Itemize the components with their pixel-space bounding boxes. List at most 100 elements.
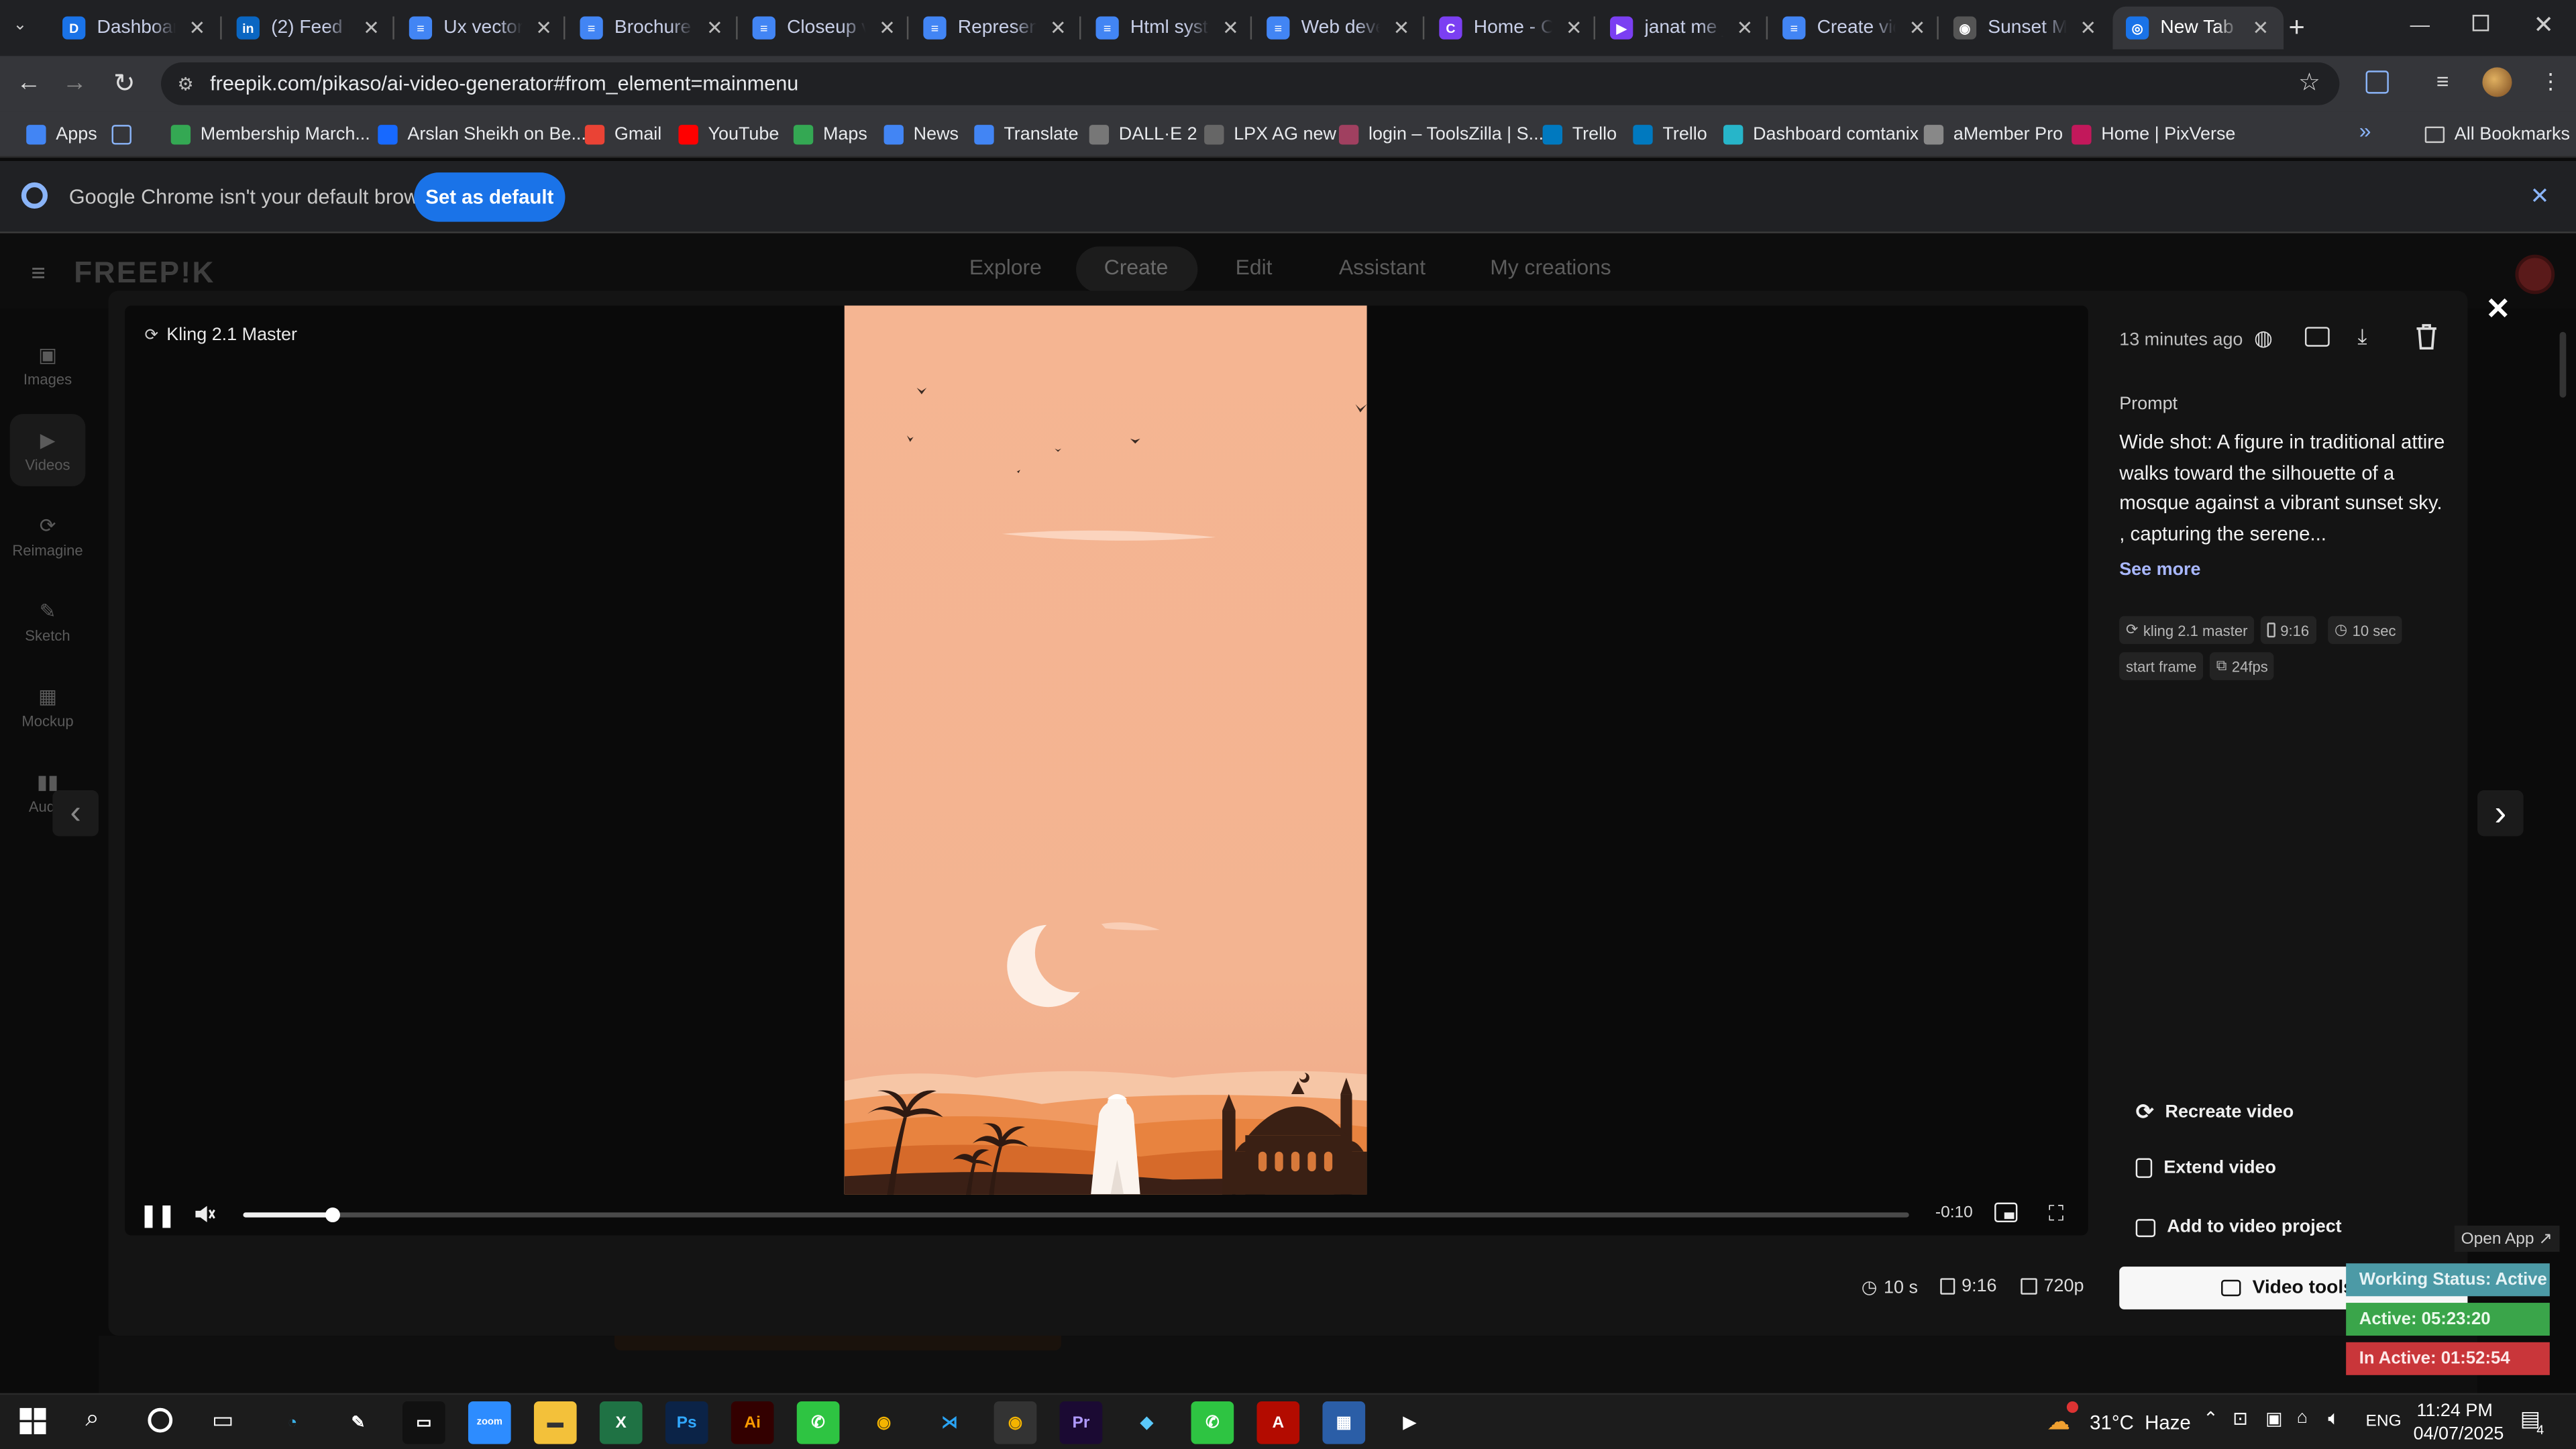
browser-tab[interactable]: ◎ New Tab ✕ [2112, 6, 2284, 50]
rail-reimagine[interactable]: ⟳ Reimagine [10, 499, 86, 572]
tab-close-icon[interactable]: ✕ [1221, 18, 1240, 38]
delete-icon[interactable] [2415, 323, 2438, 350]
browser-tab[interactable]: in (2) Feed | LinkedIn ✕ [223, 7, 394, 50]
app-diamond-icon[interactable]: ◆ [1126, 1401, 1169, 1444]
bookmark-item[interactable]: login – ToolsZilla | S... [1338, 121, 1544, 148]
task-view-icon[interactable]: ▭ [212, 1406, 233, 1434]
zoom-icon[interactable]: zoom [468, 1401, 511, 1444]
media-controls-icon[interactable]: ≡ [2436, 69, 2449, 94]
photoshop-icon[interactable]: Ps [665, 1401, 708, 1444]
user-avatar[interactable] [2515, 254, 2555, 294]
bookmark-star-icon[interactable]: ☆ [2298, 67, 2320, 97]
bookmark-item[interactable]: News [883, 121, 959, 148]
tab-close-icon[interactable]: ✕ [187, 18, 207, 38]
modal-close-icon[interactable]: ✕ [2485, 292, 2510, 327]
rail-sketch[interactable]: ✎ Sketch [10, 585, 86, 657]
excel-icon[interactable]: X [599, 1401, 643, 1444]
tab-close-icon[interactable]: ✕ [534, 18, 553, 38]
bookmark-item[interactable]: Arslan Sheikh on Be... [378, 121, 586, 148]
browser-tab[interactable]: D Dashboard ✕ [49, 7, 220, 50]
browser-tab[interactable]: ≡ Brochure ✕ [567, 7, 738, 50]
illustrator-icon[interactable]: Ai [731, 1401, 774, 1444]
recreate-video-button[interactable]: ⟳ Recreate video [2136, 1099, 2294, 1125]
mute-icon[interactable] [193, 1203, 215, 1226]
extend-video-button[interactable]: Extend video [2135, 1158, 2276, 1178]
browser-tab[interactable]: ▶ janat me je ✕ [1597, 7, 1768, 50]
bookmark-item[interactable]: Gmail [584, 121, 661, 148]
chrome-menu-icon[interactable]: ⋮ [2540, 69, 2561, 95]
forward-icon[interactable]: → [62, 69, 87, 97]
pause-icon[interactable]: ❚❚ [140, 1203, 175, 1229]
address-bar[interactable]: ⚙ freepik.com/pikaso/ai-video-generator#… [161, 62, 2340, 105]
bookmark-item[interactable]: LPX AG new [1204, 121, 1336, 148]
tab-close-icon[interactable]: ✕ [1735, 18, 1754, 38]
bookmark-item[interactable]: Apps [26, 121, 97, 148]
weather-text[interactable]: 31°C Haze [2090, 1411, 2191, 1434]
bookmark-item[interactable]: Dashboard comtanix [1723, 121, 1919, 148]
nav-explore[interactable]: Explore [969, 255, 1042, 280]
tab-close-icon[interactable]: ✕ [877, 18, 897, 38]
browser-tab[interactable]: ≡ Create vid ✕ [1770, 7, 1941, 50]
tab-search-chevron-icon[interactable]: ⌄ [13, 16, 40, 39]
network-icon[interactable]: ⌂ [2297, 1408, 2308, 1428]
previous-arrow-icon[interactable]: ‹ [52, 790, 99, 837]
globe-icon[interactable]: ◍ [2254, 325, 2273, 352]
rail-mockup[interactable]: ▦ Mockup [10, 670, 86, 743]
bookmark-item[interactable]: Trello [1633, 121, 1707, 148]
whatsapp-green-icon[interactable]: ✆ [796, 1401, 840, 1444]
bookmark-item[interactable]: Maps [793, 121, 867, 148]
see-more-link[interactable]: See more [2119, 560, 2200, 580]
edge-icon[interactable]: ◔ [271, 1401, 314, 1444]
windows-start-icon[interactable] [19, 1407, 46, 1434]
tab-close-icon[interactable]: ✕ [1564, 18, 1583, 38]
tab-close-icon[interactable]: ✕ [1907, 18, 1927, 38]
pen-tool-icon[interactable]: ✎ [337, 1401, 380, 1444]
tab-close-icon[interactable]: ✕ [2251, 18, 2270, 38]
add-to-folder-icon[interactable] [2304, 327, 2330, 347]
browser-tab[interactable]: ≡ Ux vector ✕ [396, 7, 567, 50]
tab-close-icon[interactable]: ✕ [362, 18, 381, 38]
open-app-link[interactable]: Open App ↗ [2454, 1225, 2559, 1252]
chrome-active-icon[interactable]: ◉ [994, 1401, 1037, 1444]
fullscreen-icon[interactable]: ⛶ [2049, 1201, 2063, 1227]
infobar-close-icon[interactable]: ✕ [2530, 182, 2549, 211]
clock-time[interactable]: 11:24 PM [2416, 1401, 2492, 1421]
file-explorer-icon[interactable]: ▬ [533, 1401, 577, 1444]
new-tab-plus-icon[interactable]: + [2288, 11, 2304, 44]
premiere-icon[interactable]: Pr [1059, 1401, 1103, 1444]
nav-assistant[interactable]: Assistant [1339, 255, 1426, 280]
hamburger-menu-icon[interactable]: ≡ [32, 260, 46, 288]
whatsapp-icon[interactable]: ✆ [1191, 1401, 1234, 1444]
minimize-window-icon[interactable]: — [2410, 13, 2430, 36]
tab-close-icon[interactable]: ✕ [2078, 18, 2098, 38]
vscode-icon[interactable]: ⋊ [928, 1401, 971, 1444]
browser-tab[interactable]: C Home - Ca ✕ [1426, 7, 1597, 50]
acrobat-icon[interactable]: A [1256, 1401, 1300, 1444]
calculator-icon[interactable]: ▦ [1322, 1401, 1366, 1444]
bookmark-item[interactable]: Trello [1542, 121, 1617, 148]
volume-icon[interactable]: 🔈︎ [2328, 1406, 2340, 1431]
set-as-default-button[interactable]: Set as default [414, 172, 566, 222]
nav-my-creations[interactable]: My creations [1490, 255, 1611, 280]
media-player-icon[interactable]: ▶ [1388, 1401, 1431, 1444]
freepik-logo[interactable]: FREEP!K [74, 256, 215, 290]
tab-close-icon[interactable]: ✕ [705, 18, 724, 38]
add-to-video-project-button[interactable]: Add to video project [2135, 1218, 2342, 1237]
chrome-icon[interactable]: ◉ [863, 1401, 906, 1444]
restore-window-icon[interactable] [2472, 15, 2489, 32]
battery-icon[interactable]: ▣ [2265, 1408, 2282, 1429]
bookmark-item[interactable]: Home | PixVerse [2072, 121, 2235, 148]
terminal-icon[interactable]: ▭ [402, 1401, 445, 1444]
rail-images[interactable]: ▣ Images [10, 329, 86, 401]
bookmark-item[interactable]: DALL·E 2 [1089, 121, 1197, 148]
bookmark-item[interactable]: Membership March... [170, 121, 370, 148]
tab-close-icon[interactable]: ✕ [1048, 18, 1067, 38]
search-icon[interactable]: ⌕ [85, 1405, 99, 1433]
next-arrow-icon[interactable]: › [2477, 790, 2524, 837]
nav-create[interactable]: Create [1104, 255, 1169, 280]
reload-icon[interactable]: ↻ [113, 67, 136, 100]
more-bookmarks-icon[interactable]: » [2359, 118, 2371, 143]
site-info-icon[interactable]: ⚙ [177, 73, 193, 94]
back-icon[interactable]: ← [16, 69, 41, 97]
language-indicator[interactable]: ENG [2366, 1413, 2402, 1431]
